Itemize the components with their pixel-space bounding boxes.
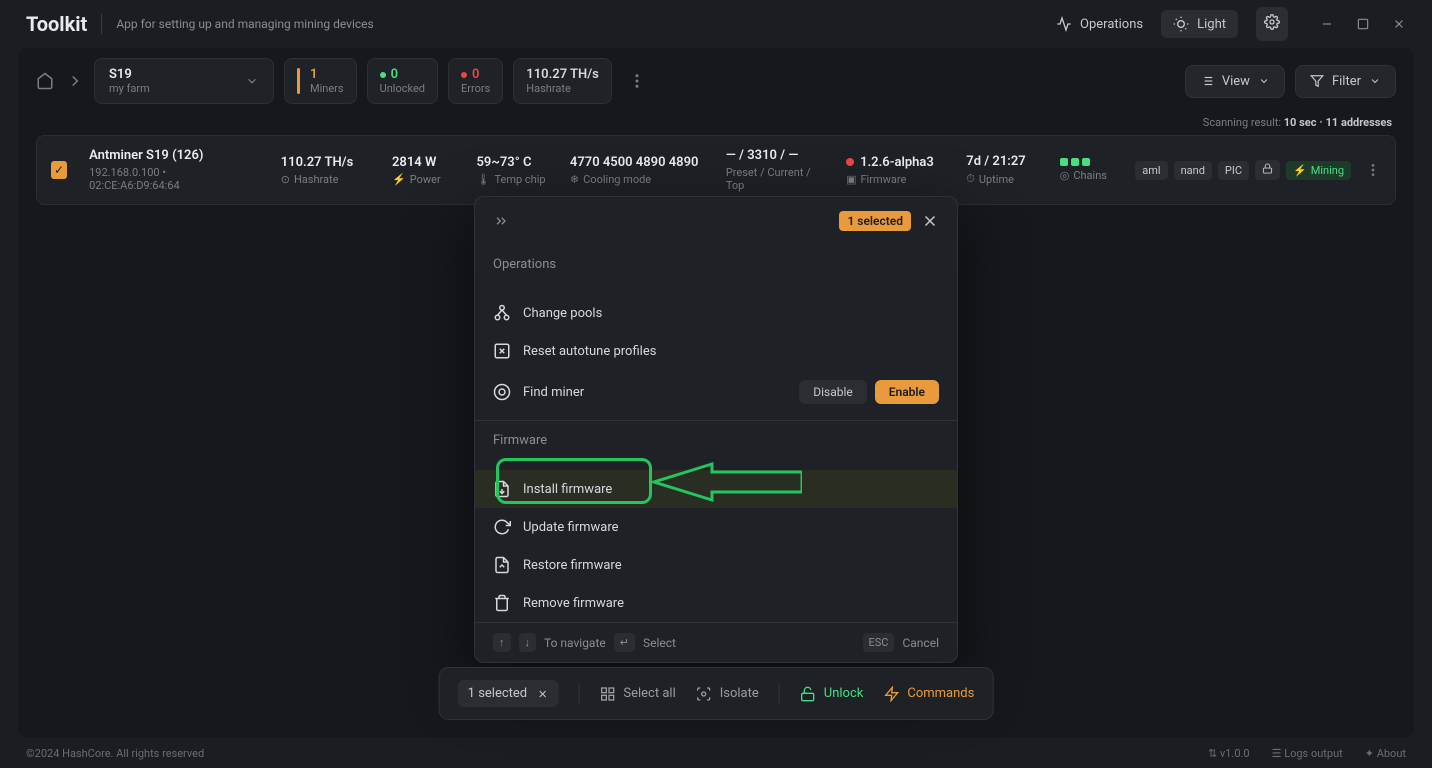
bb-selected[interactable]: 1 selected: [458, 680, 559, 707]
target-icon: [493, 383, 511, 401]
footer: ©2024 HashCore. All rights reserved ⇅ v1…: [0, 739, 1432, 768]
commands-button[interactable]: Commands: [883, 686, 974, 702]
enable-button[interactable]: Enable: [875, 380, 939, 404]
bolt-icon: [883, 686, 899, 702]
theme-label: Light: [1197, 17, 1226, 32]
theme-toggle[interactable]: Light: [1161, 10, 1238, 38]
update-icon: [493, 518, 511, 536]
reset-autotune-item[interactable]: Reset autotune profiles: [475, 332, 957, 370]
about-link[interactable]: ✦ About: [1365, 747, 1406, 760]
clear-selection-icon[interactable]: [536, 688, 548, 700]
install-icon: [493, 480, 511, 498]
divider: [101, 14, 102, 34]
commands-modal: 1 selected Operations Change pools Reset…: [474, 196, 958, 663]
collapse-icon[interactable]: [493, 213, 509, 229]
find-miner-item[interactable]: Find miner Disable Enable: [475, 370, 957, 414]
cancel-hint: Cancel: [902, 636, 939, 650]
close-icon[interactable]: [1392, 17, 1406, 31]
operations-label: Operations: [1080, 17, 1143, 32]
selected-tag: 1 selected: [839, 211, 911, 231]
key-down: ↓: [519, 633, 537, 652]
remove-firmware-item[interactable]: Remove firmware: [475, 584, 957, 622]
pools-icon: [493, 304, 511, 322]
update-firmware-item[interactable]: Update firmware: [475, 508, 957, 546]
copyright: ©2024 HashCore. All rights reserved: [26, 747, 204, 760]
restore-firmware-item[interactable]: Restore firmware: [475, 546, 957, 584]
reset-icon: [493, 342, 511, 360]
change-pools-item[interactable]: Change pools: [475, 294, 957, 332]
key-esc: ESC: [863, 633, 895, 652]
restore-icon: [493, 556, 511, 574]
bottom-bar: 1 selected Select all Isolate Unlock Com…: [439, 667, 994, 720]
trash-icon: [493, 594, 511, 612]
key-up: ↑: [493, 633, 511, 652]
isolate-button[interactable]: Isolate: [696, 686, 759, 702]
unlock-icon: [800, 686, 816, 702]
activity-icon: [1056, 16, 1072, 32]
grid-icon: [599, 686, 615, 702]
section-firmware: Firmware: [493, 433, 939, 448]
install-firmware-item[interactable]: Install firmware: [475, 470, 957, 508]
select-all-button[interactable]: Select all: [599, 686, 675, 702]
unlock-button[interactable]: Unlock: [800, 686, 864, 702]
section-operations: Operations: [493, 257, 939, 272]
modal-overlay: 1 selected Operations Change pools Reset…: [18, 48, 1414, 738]
key-enter: ↵: [614, 633, 635, 652]
logs-link[interactable]: ☰ Logs output: [1272, 747, 1343, 760]
gear-icon: [1264, 14, 1280, 30]
operations-button[interactable]: Operations: [1056, 16, 1143, 32]
app-subtitle: App for setting up and managing mining d…: [116, 17, 373, 31]
main-panel: S19 my farm 1 Miners 0 Unlocked 0 Errors: [18, 48, 1414, 738]
titlebar: Toolkit App for setting up and managing …: [0, 0, 1432, 48]
sun-icon: [1173, 16, 1189, 32]
version: ⇅ v1.0.0: [1208, 747, 1250, 760]
disable-button[interactable]: Disable: [799, 380, 867, 404]
minimize-icon[interactable]: [1320, 17, 1334, 31]
select-hint: Select: [643, 636, 676, 650]
settings-button[interactable]: [1256, 7, 1288, 41]
modal-close-icon[interactable]: [921, 212, 939, 230]
maximize-icon[interactable]: [1356, 17, 1370, 31]
nav-hint: To navigate: [544, 636, 606, 650]
isolate-icon: [696, 686, 712, 702]
app-title: Toolkit: [26, 12, 87, 36]
